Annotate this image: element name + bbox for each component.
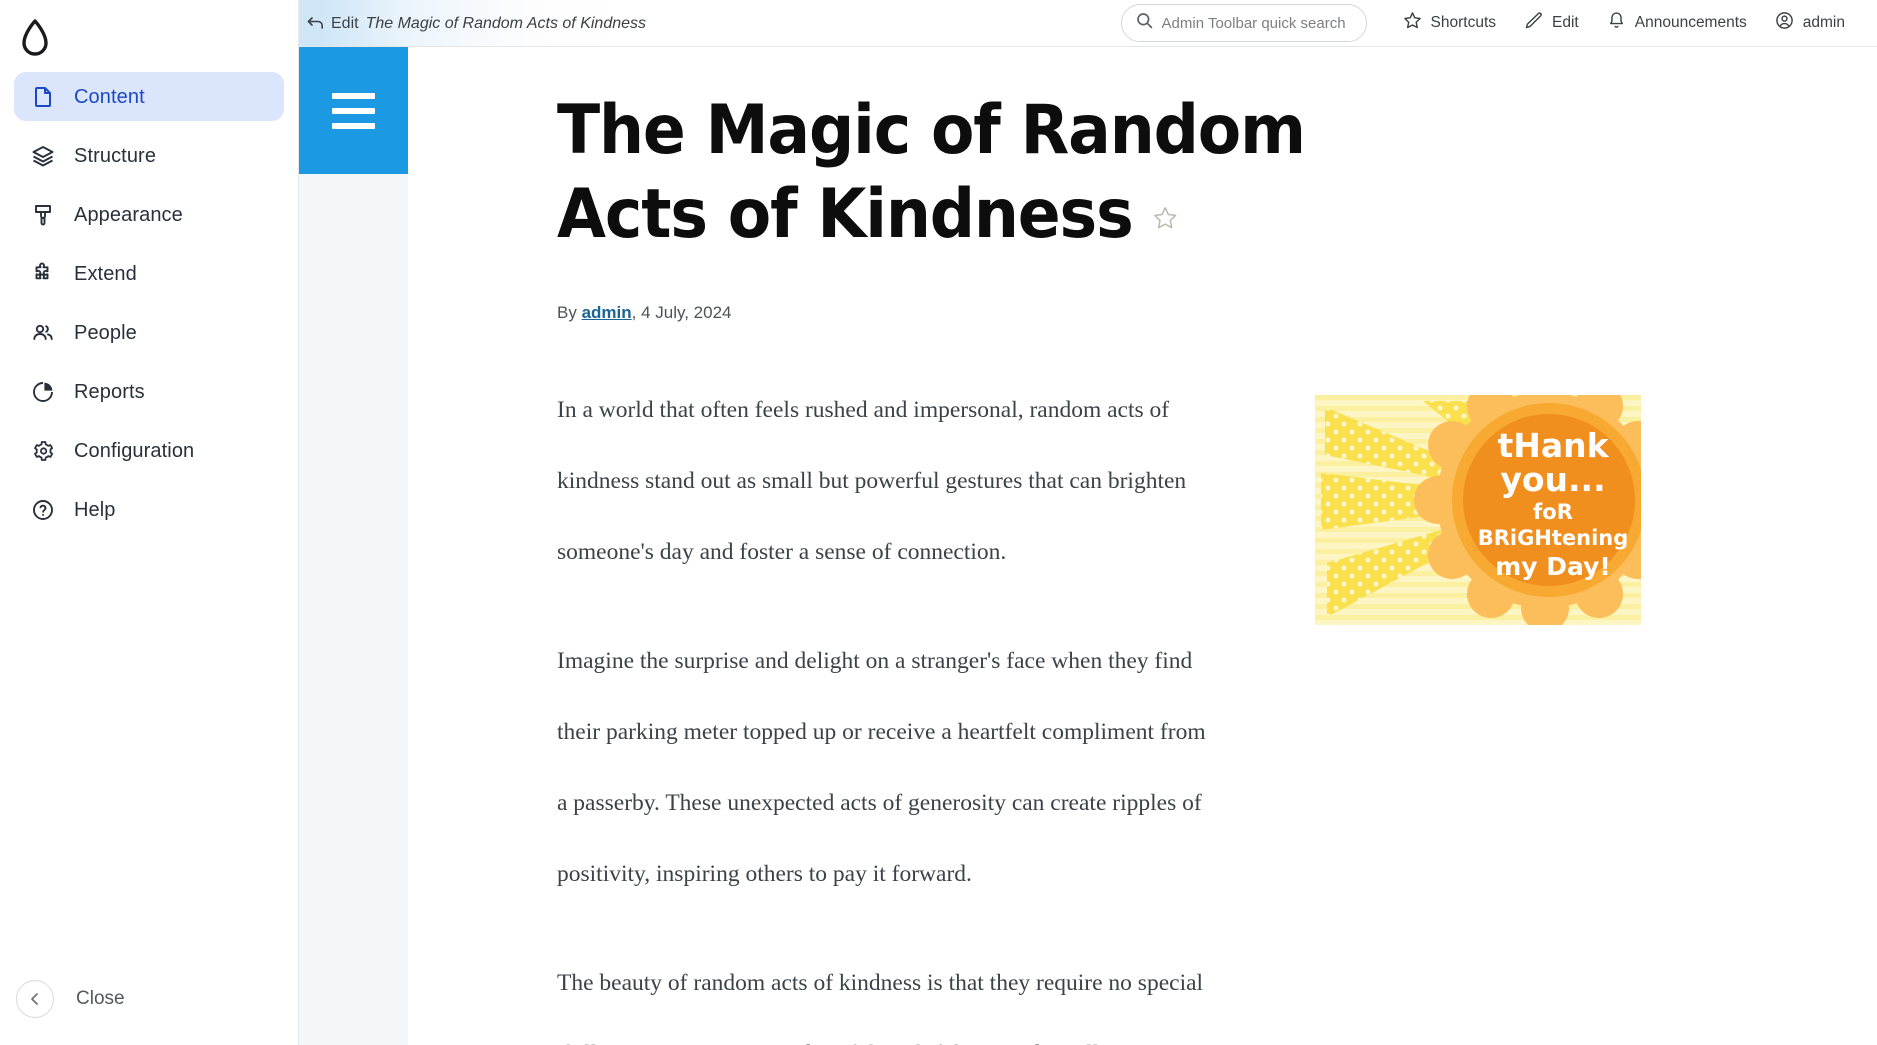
admin-search-box[interactable] xyxy=(1120,4,1367,42)
sidebar-item-label: Extend xyxy=(74,262,137,285)
people-icon xyxy=(30,320,56,346)
star-icon xyxy=(1403,11,1422,35)
sidebar-item-label: Structure xyxy=(74,144,157,167)
illustration-line-3: foR xyxy=(1533,500,1573,524)
article-paragraph: In a world that often feels rushed and i… xyxy=(557,397,1187,565)
sidebar-item-structure[interactable]: Structure xyxy=(14,131,284,180)
thank-you-illustration-svg: tHank you... foR BRiGHtening my Day! xyxy=(1315,395,1641,625)
hamburger-menu-button[interactable] xyxy=(299,47,408,174)
byline: By admin, 4 July, 2024 xyxy=(557,303,1877,323)
pencil-icon xyxy=(1524,11,1543,35)
byline-date: , 4 July, 2024 xyxy=(631,303,732,322)
site-logo[interactable] xyxy=(0,0,298,64)
paint-roller-icon xyxy=(30,202,56,228)
sidebar-item-label: Content xyxy=(74,85,145,108)
admin-sidebar: Content Structure Appearance Extend Peop… xyxy=(0,0,299,1045)
collapse-sidebar-button[interactable] xyxy=(16,980,54,1018)
toolbar-link-shortcuts[interactable]: Shortcuts xyxy=(1389,4,1510,42)
toolbar-link-label: Edit xyxy=(1552,14,1579,31)
sidebar-item-people[interactable]: People xyxy=(14,308,284,357)
article-body: In a world that often feels rushed and i… xyxy=(557,375,1217,1045)
byline-prefix: By xyxy=(557,303,577,322)
main-region: Edit The Magic of Random Acts of Kindnes… xyxy=(299,0,1877,1045)
edit-context-title: The Magic of Random Acts of Kindness xyxy=(365,14,647,32)
article-paragraph: Imagine the surprise and delight on a st… xyxy=(557,648,1206,887)
edit-context-link[interactable]: Edit The Magic of Random Acts of Kindnes… xyxy=(307,14,646,33)
close-label: Close xyxy=(76,988,125,1009)
hamburger-bar xyxy=(332,92,375,99)
toolbar-right-group: Shortcuts Edit xyxy=(1120,4,1877,42)
drupal-drop-logo xyxy=(22,19,48,56)
page-title-text: The Magic of Random Acts of Kindness xyxy=(557,91,1306,254)
page-body: The Magic of Random Acts of Kindness By … xyxy=(299,47,1877,1045)
sidebar-item-configuration[interactable]: Configuration xyxy=(14,426,284,475)
layers-icon xyxy=(30,143,56,169)
illustration-line-2: you... xyxy=(1500,460,1605,499)
sidebar-item-label: Reports xyxy=(74,380,145,403)
drupal-admin-page: Content Structure Appearance Extend Peop… xyxy=(0,0,1877,1045)
left-gutter xyxy=(299,47,408,1045)
toolbar-link-account[interactable]: admin xyxy=(1761,4,1859,42)
toolbar-link-label: Shortcuts xyxy=(1430,14,1497,31)
document-icon xyxy=(30,84,56,110)
toolbar-link-edit[interactable]: Edit xyxy=(1510,4,1593,42)
illustration-line-5: my Day! xyxy=(1495,552,1611,581)
search-icon xyxy=(1136,12,1153,34)
hamburger-bar xyxy=(332,107,375,114)
toolbar-link-label: Announcements xyxy=(1634,14,1747,31)
sidebar-item-help[interactable]: Help xyxy=(14,485,284,534)
pie-chart-icon xyxy=(30,379,56,405)
chevron-left-icon xyxy=(31,993,38,1005)
hamburger-bar xyxy=(332,122,375,129)
thank-you-sun-illustration: tHank you... foR BRiGHtening my Day! xyxy=(1315,395,1641,625)
article-paragraph: The beauty of random acts of kindness is… xyxy=(557,970,1204,1045)
edit-context-label: Edit xyxy=(331,14,359,32)
search-input[interactable] xyxy=(1161,14,1352,32)
bell-icon xyxy=(1607,11,1626,35)
sidebar-close-row[interactable]: Close xyxy=(0,953,299,1045)
star-outline-icon[interactable] xyxy=(1152,167,1178,251)
sidebar-item-extend[interactable]: Extend xyxy=(14,249,284,298)
question-circle-icon xyxy=(30,497,56,523)
sidebar-item-label: Appearance xyxy=(74,203,183,226)
sidebar-item-appearance[interactable]: Appearance xyxy=(14,190,284,239)
byline-author-link[interactable]: admin xyxy=(582,303,632,322)
illustration-line-4: BRiGHtening xyxy=(1478,526,1629,550)
toolbar-link-announcements[interactable]: Announcements xyxy=(1593,4,1761,42)
user-circle-icon xyxy=(1775,11,1794,35)
gear-icon xyxy=(30,438,56,464)
sidebar-item-content[interactable]: Content xyxy=(14,72,284,121)
sidebar-nav: Content Structure Appearance Extend Peop… xyxy=(0,72,298,534)
sidebar-item-reports[interactable]: Reports xyxy=(14,367,284,416)
page-title: The Magic of Random Acts of Kindness xyxy=(557,89,1450,257)
toolbar-link-label: admin xyxy=(1802,14,1845,31)
sidebar-item-label: Configuration xyxy=(74,439,195,462)
admin-toolbar: Edit The Magic of Random Acts of Kindnes… xyxy=(299,0,1877,47)
back-arrow-icon xyxy=(307,16,324,35)
sidebar-item-label: Help xyxy=(74,498,116,521)
sidebar-item-label: People xyxy=(74,321,137,344)
article-column: The Magic of Random Acts of Kindness By … xyxy=(408,47,1877,1045)
puzzle-piece-icon xyxy=(30,261,56,287)
article-flow: tHank you... foR BRiGHtening my Day! In … xyxy=(557,375,1877,1045)
